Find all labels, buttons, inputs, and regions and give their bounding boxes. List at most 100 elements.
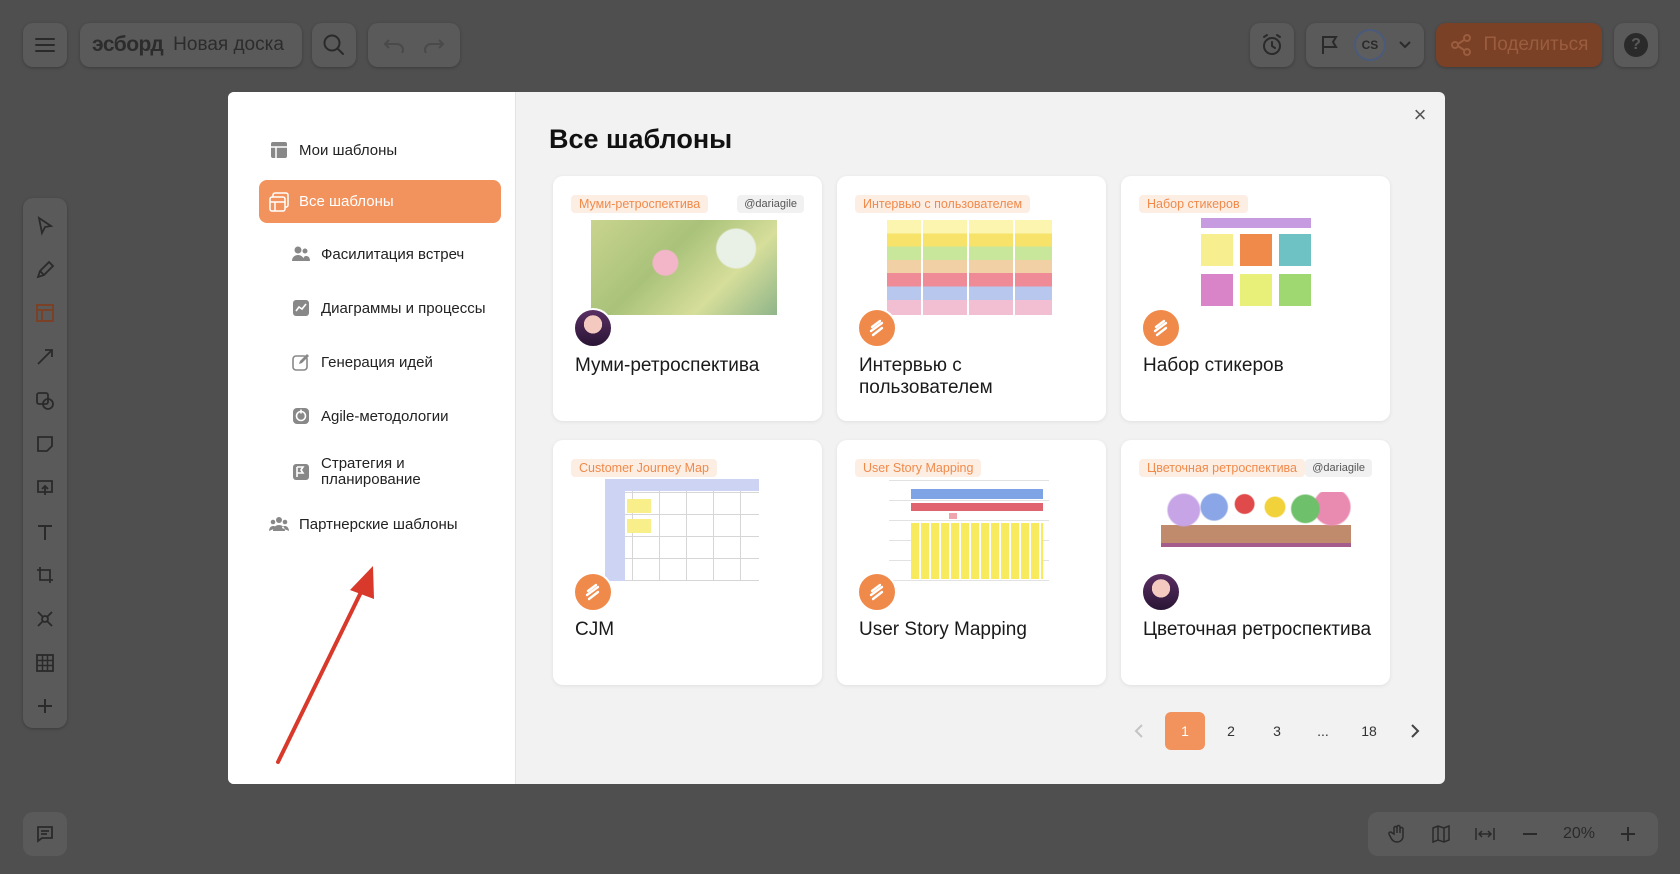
card-name: User Story Mapping <box>859 619 1027 640</box>
comment-icon <box>37 826 53 843</box>
page-ellipsis: ... <box>1317 723 1329 739</box>
template-icon <box>36 304 54 323</box>
group-icon <box>269 514 289 534</box>
shapes-icon <box>36 391 54 410</box>
card-thumbnail <box>591 220 777 315</box>
nav-label: Генерация идей <box>321 353 433 371</box>
fit-width-icon[interactable] <box>1474 824 1496 844</box>
edit-icon <box>291 352 311 372</box>
nav-diagrams[interactable]: Диаграммы и процессы <box>291 288 501 328</box>
zoom-bar: 20% <box>1368 812 1658 856</box>
card-name: CJM <box>575 619 615 640</box>
templates-tool[interactable] <box>23 291 67 335</box>
hand-icon[interactable] <box>1387 824 1408 844</box>
upload-icon <box>37 479 53 495</box>
template-card[interactable]: User Story Mapping User Story Mapping <box>837 440 1106 685</box>
share-label: Поделиться <box>1483 34 1589 55</box>
shapes-tool[interactable] <box>23 379 67 423</box>
app-logo: эсборд <box>92 33 164 56</box>
flag-icon[interactable] <box>1319 34 1341 56</box>
nav-label: Все шаблоны <box>299 193 394 210</box>
comments-button[interactable] <box>23 812 67 856</box>
board-title-bar[interactable]: эсборд Новая доска <box>80 23 302 67</box>
share-button[interactable]: Поделиться <box>1436 23 1602 67</box>
upload-tool[interactable] <box>23 466 67 510</box>
map-icon[interactable] <box>1431 824 1451 844</box>
page-button[interactable]: 1 <box>1165 712 1205 750</box>
board-name[interactable]: Новая доска <box>173 34 284 56</box>
people-icon <box>291 244 311 264</box>
page-button[interactable]: 3 <box>1257 712 1297 750</box>
page-button[interactable]: 18 <box>1349 712 1389 750</box>
nav-label: Диаграммы и процессы <box>321 299 486 317</box>
user-avatar[interactable]: CS <box>1353 29 1386 61</box>
templates-main: Все шаблоны × Муми-ретроспектива @dariag… <box>516 92 1445 784</box>
template-card[interactable]: Набор стикеров Набор стикеров <box>1121 176 1390 421</box>
esbord-logo-icon <box>857 308 897 348</box>
zoom-out-icon[interactable] <box>1520 824 1540 844</box>
nav-my-templates[interactable]: Мои шаблоны <box>269 130 501 170</box>
nav-label: Фасилитация встреч <box>321 245 465 263</box>
search-icon <box>323 34 344 55</box>
help-button[interactable]: ? <box>1614 23 1658 67</box>
table-icon <box>36 653 54 672</box>
card-name: Набор стикеров <box>1143 355 1284 376</box>
page-title: Все шаблоны <box>549 124 733 154</box>
left-toolbar <box>23 198 67 728</box>
nav-all-templates[interactable]: Все шаблоны <box>259 180 501 223</box>
arrow-line-icon <box>37 348 53 365</box>
template-card[interactable]: Интервью с пользователем Интервью с поль… <box>837 176 1106 421</box>
chart-icon <box>291 298 311 318</box>
menu-button[interactable] <box>23 23 67 67</box>
nav-label: Agile-методологии <box>321 407 449 425</box>
line-tool[interactable] <box>23 335 67 379</box>
nav-label: Стратегия и планирование <box>321 455 421 488</box>
esbord-logo-icon <box>1141 308 1181 348</box>
nav-facilitation[interactable]: Фасилитация встреч <box>291 234 501 274</box>
card-tag: Муми-ретроспектива <box>571 195 709 213</box>
strategy-icon <box>291 462 311 482</box>
search-button[interactable] <box>312 23 356 67</box>
undo-redo-group <box>368 23 460 67</box>
template-card[interactable]: Цветочная ретроспектива @dariagile Цвето… <box>1121 440 1390 685</box>
select-tool[interactable] <box>23 204 67 248</box>
mindmap-icon <box>37 611 53 627</box>
redo-icon[interactable] <box>423 37 445 53</box>
template-card[interactable]: Customer Journey Map CJM <box>553 440 822 685</box>
sticker-tool[interactable] <box>23 422 67 466</box>
card-tag: User Story Mapping <box>855 459 982 477</box>
chevron-left-icon[interactable] <box>1119 712 1159 750</box>
zoom-value[interactable]: 20% <box>1563 825 1595 843</box>
nav-ideas[interactable]: Генерация идей <box>291 342 501 382</box>
mindmap-tool[interactable] <box>23 597 67 641</box>
pagination: 1 2 3 ... 18 <box>1116 712 1438 750</box>
nav-partner-templates[interactable]: Партнерские шаблоны <box>269 504 501 544</box>
card-thumbnail <box>1201 218 1311 312</box>
undo-icon[interactable] <box>383 37 405 53</box>
timer-button[interactable] <box>1250 23 1294 67</box>
card-name: Интервью с пользователем <box>859 355 993 398</box>
cursor-icon <box>37 215 54 236</box>
zoom-in-icon[interactable] <box>1618 824 1638 844</box>
close-icon[interactable]: × <box>1409 102 1431 127</box>
chevron-down-icon[interactable] <box>1399 41 1412 49</box>
frame-tool[interactable] <box>23 553 67 597</box>
nav-strategy[interactable]: Стратегия и планирование <box>291 448 501 496</box>
author-avatar <box>573 308 613 348</box>
page-button[interactable]: 2 <box>1211 712 1251 750</box>
card-author: @dariagile <box>1305 459 1372 477</box>
pen-tool[interactable] <box>23 248 67 292</box>
card-name: Муми-ретроспектива <box>575 355 760 376</box>
text-icon <box>38 524 52 540</box>
text-tool[interactable] <box>23 510 67 554</box>
templates-modal: Мои шаблоны Все шаблоны Фасилитация встр… <box>228 92 1445 784</box>
table-tool[interactable] <box>23 641 67 685</box>
card-thumbnail <box>1161 492 1351 552</box>
add-tool[interactable] <box>23 684 67 728</box>
nav-agile[interactable]: Agile-методологии <box>291 396 501 436</box>
template-card[interactable]: Муми-ретроспектива @dariagile Муми-ретро… <box>553 176 822 421</box>
help-icon: ? <box>1624 33 1648 57</box>
chevron-right-icon[interactable] <box>1395 712 1435 750</box>
card-thumbnail <box>887 220 1052 315</box>
frame-icon <box>37 567 53 584</box>
